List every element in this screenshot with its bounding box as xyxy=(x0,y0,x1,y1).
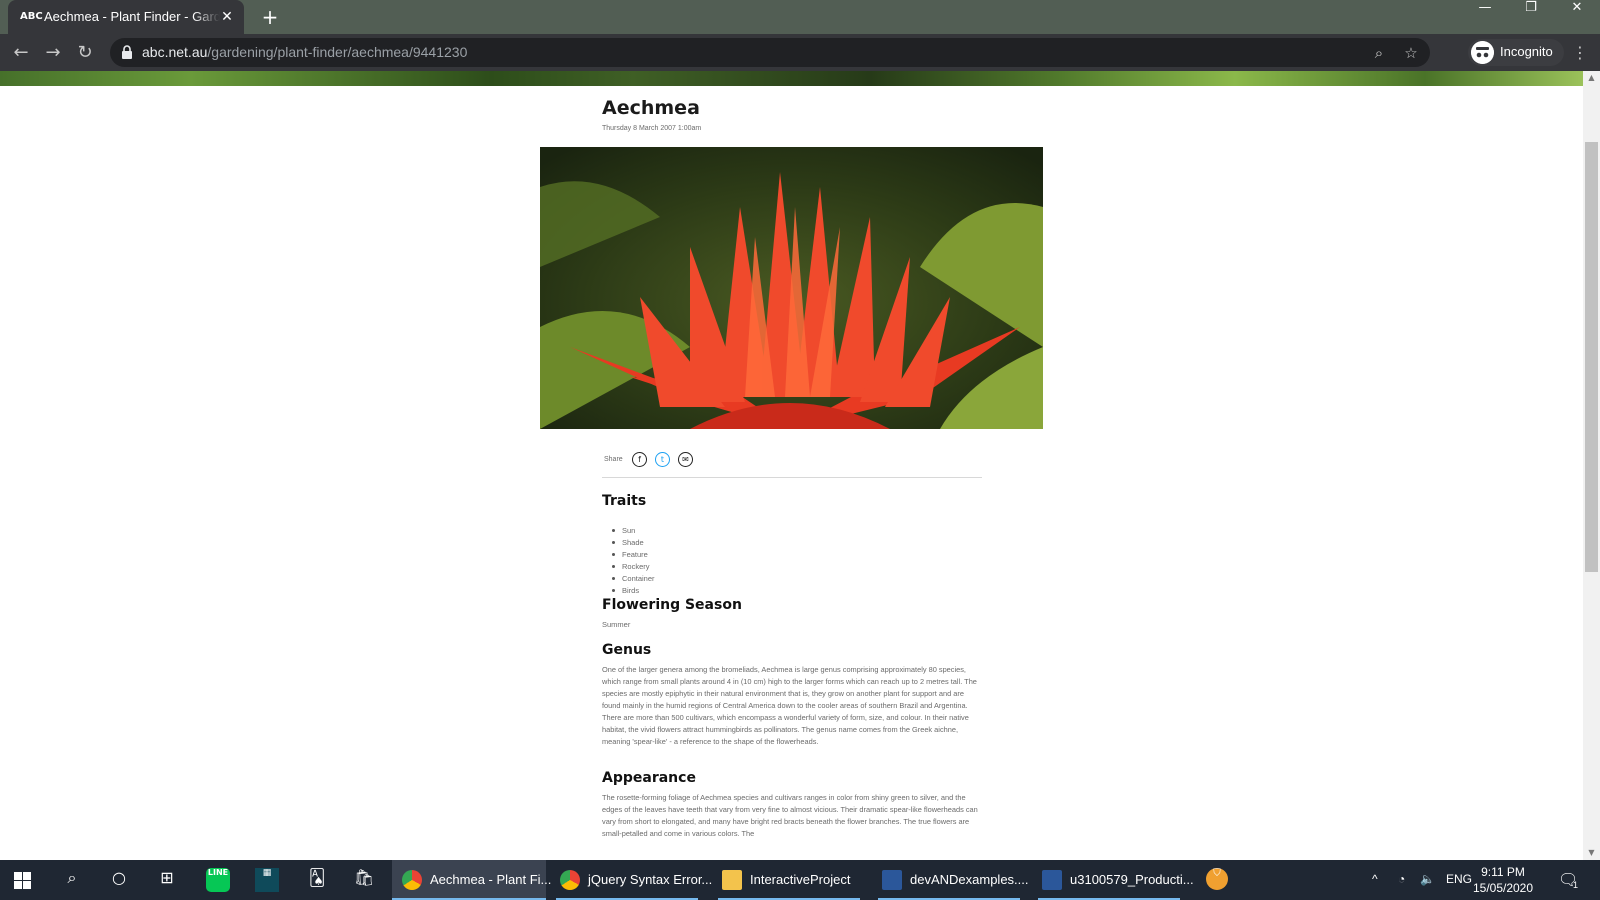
article-date: Thursday 8 March 2007 1:00am xyxy=(602,125,702,132)
twitter-share-icon[interactable]: t xyxy=(655,452,670,467)
browser-tab-active[interactable]: ABC Aechmea - Plant Finder - Gardening ✕ xyxy=(8,0,244,34)
network-icon[interactable]: ◔ xyxy=(1398,872,1405,886)
taskbar-app-label: Aechmea - Plant Fi... xyxy=(430,872,552,887)
zoom-icon[interactable]: ⌕ xyxy=(1368,42,1390,64)
browser-toolbar: ← → ↻ abc.net.au/gardening/plant-finder/… xyxy=(0,34,1600,71)
taskbar-app-word-2[interactable]: u3100579_Producti... xyxy=(1032,860,1194,900)
clock-date: 15/05/2020 xyxy=(1472,881,1534,895)
list-item: Shade xyxy=(612,537,655,549)
incognito-icon xyxy=(1471,41,1494,64)
system-clock[interactable]: 9:11 PM 15/05/2020 xyxy=(1468,864,1538,896)
windows-taskbar: ⌕ ○ ⊞ LINE ▦ 🂡 🛍 Aechmea - Plant Fi... j… xyxy=(0,860,1600,900)
list-item: Sun xyxy=(612,525,655,537)
abc-favicon-icon: ABC xyxy=(20,11,43,22)
list-item: Container xyxy=(612,574,655,583)
taskbar-app-label: InteractiveProject xyxy=(750,872,851,887)
forward-arrow-icon[interactable]: → xyxy=(41,41,65,65)
browser-menu-icon[interactable]: ⋮ xyxy=(1570,42,1590,64)
chrome-icon xyxy=(560,870,580,890)
back-arrow-icon[interactable]: ← xyxy=(9,41,33,65)
facebook-share-icon[interactable]: f xyxy=(632,452,647,467)
task-view-icon[interactable]: ⊞ xyxy=(155,868,179,892)
clock-time: 9:11 PM xyxy=(1481,865,1525,879)
list-item: Rockery xyxy=(612,561,655,573)
browser-titlebar: ABC Aechmea - Plant Finder - Gardening ✕… xyxy=(0,0,1600,34)
aechmea-flower-image xyxy=(540,147,1043,429)
traits-list: Sun Shade Feature Rockery Container Bird… xyxy=(612,525,655,597)
show-hidden-icons-icon[interactable]: ^ xyxy=(1372,872,1378,886)
incognito-label: Incognito xyxy=(1500,44,1553,59)
page-viewport: Aechmea Thursday 8 March 2007 1:00am Sha… xyxy=(0,71,1583,860)
solitaire-icon[interactable]: 🂡 xyxy=(305,868,329,892)
genus-heading: Genus xyxy=(602,642,652,658)
lock-icon xyxy=(122,45,132,59)
incognito-profile-button[interactable]: Incognito xyxy=(1468,39,1564,66)
tab-title: Aechmea - Plant Finder - Gardening xyxy=(44,9,220,24)
restore-button[interactable]: ❐ xyxy=(1508,0,1554,30)
taskbar-app-explorer[interactable]: InteractiveProject xyxy=(712,860,866,900)
flowering-season-value: Summer xyxy=(602,620,631,629)
email-share-icon[interactable]: ✉ xyxy=(678,452,693,467)
taskbar-app-label: u3100579_Producti... xyxy=(1070,872,1194,887)
address-bar[interactable]: abc.net.au/gardening/plant-finder/aechme… xyxy=(110,38,1430,67)
list-item: Feature xyxy=(612,549,655,561)
taskbar-app-chrome[interactable]: jQuery Syntax Error... xyxy=(550,860,712,900)
taskbar-app-word-1[interactable]: devANDexamples.... xyxy=(872,860,1029,900)
folder-icon xyxy=(722,870,742,890)
vpn-shield-icon[interactable]: ⛉ xyxy=(1206,868,1228,890)
appearance-heading: Appearance xyxy=(602,770,696,786)
share-label: Share xyxy=(604,456,623,463)
traits-heading: Traits xyxy=(602,493,647,509)
flowering-season-heading: Flowering Season xyxy=(602,597,742,613)
app-icon[interactable]: ▦ xyxy=(255,868,279,892)
volume-icon[interactable]: 🔈 xyxy=(1420,872,1435,886)
page-title: Aechmea xyxy=(602,97,700,119)
taskbar-app-label: devANDexamples.... xyxy=(910,872,1029,887)
taskbar-app-chrome-active[interactable]: Aechmea - Plant Fi... xyxy=(392,860,551,900)
taskbar-app-label: jQuery Syntax Error... xyxy=(588,872,713,887)
notification-count: 1 xyxy=(1573,880,1579,890)
cortana-icon[interactable]: ○ xyxy=(107,868,131,892)
scrollbar-thumb[interactable] xyxy=(1585,142,1598,572)
genus-paragraph: One of the larger genera among the brome… xyxy=(602,665,977,746)
chrome-icon xyxy=(402,870,422,890)
reload-icon[interactable]: ↻ xyxy=(73,41,97,65)
word-document-icon xyxy=(882,870,902,890)
scroll-up-arrow-icon[interactable]: ▲ xyxy=(1583,71,1600,85)
url-text: abc.net.au/gardening/plant-finder/aechme… xyxy=(142,44,468,60)
line-app-icon[interactable]: LINE xyxy=(206,868,230,892)
store-icon[interactable]: 🛍 xyxy=(352,868,376,892)
search-icon[interactable]: ⌕ xyxy=(60,868,84,892)
header-banner-image xyxy=(0,71,1583,86)
list-item: Birds xyxy=(612,585,655,597)
close-window-button[interactable]: ✕ xyxy=(1554,0,1600,30)
minimize-button[interactable]: — xyxy=(1462,0,1508,30)
appearance-paragraph: The rosette-forming foliage of Aechmea s… xyxy=(602,793,978,838)
new-tab-button[interactable]: + xyxy=(258,6,282,28)
scroll-down-arrow-icon[interactable]: ▼ xyxy=(1583,846,1600,860)
share-divider xyxy=(602,477,982,478)
windows-start-icon[interactable] xyxy=(14,872,31,889)
word-document-icon xyxy=(1042,870,1062,890)
bookmark-star-icon[interactable]: ☆ xyxy=(1400,42,1422,64)
tab-close-icon[interactable]: ✕ xyxy=(218,8,236,26)
